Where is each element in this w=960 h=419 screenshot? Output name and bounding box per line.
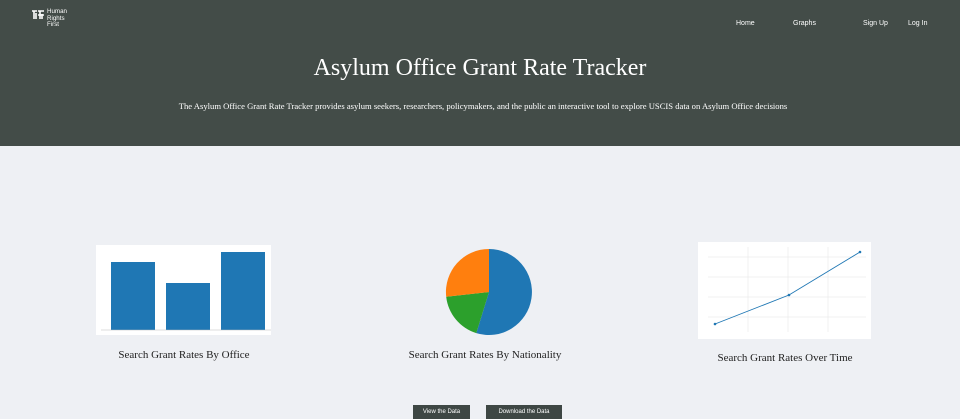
office-chart-thumbnail[interactable]	[96, 245, 271, 335]
bar-1	[111, 262, 155, 330]
nav-log-in[interactable]: Log In	[908, 20, 927, 27]
nationality-card-label[interactable]: Search Grant Rates By Nationality	[385, 349, 585, 361]
nav-graphs[interactable]: Graphs	[793, 20, 816, 27]
download-data-button[interactable]: Download the Data	[486, 405, 562, 419]
bar-3	[221, 252, 265, 330]
brand-line-3: First	[47, 21, 60, 29]
brand-name: Human Rights First	[47, 8, 67, 29]
view-data-button[interactable]: View the Data	[413, 405, 470, 419]
time-chart-thumbnail[interactable]	[698, 242, 871, 339]
trend-point-2	[787, 293, 791, 297]
line-chart-grid	[708, 247, 866, 332]
bar-chart-icon	[101, 252, 271, 331]
bar-2	[166, 283, 210, 330]
page-subtitle: The Asylum Office Grant Rate Tracker pro…	[178, 101, 788, 111]
pie-chart-icon[interactable]	[445, 248, 533, 336]
nav-home[interactable]: Home	[736, 20, 755, 27]
office-card-label[interactable]: Search Grant Rates By Office	[84, 349, 284, 361]
trend-line	[714, 251, 861, 325]
site-header: Human Rights First Home Graphs Sign Up L…	[0, 0, 960, 146]
time-card-label[interactable]: Search Grant Rates Over Time	[685, 352, 885, 364]
trend-point-3	[858, 250, 862, 254]
trend-point-1	[713, 322, 717, 326]
nav-sign-up[interactable]: Sign Up	[863, 20, 888, 27]
brand-logo[interactable]: Human Rights First	[32, 8, 67, 29]
pie-slice-orange	[445, 248, 489, 297]
line-chart-icon	[708, 247, 866, 332]
hrf-logo-icon	[32, 10, 44, 19]
page-title: Asylum Office Grant Rate Tracker	[313, 55, 647, 81]
